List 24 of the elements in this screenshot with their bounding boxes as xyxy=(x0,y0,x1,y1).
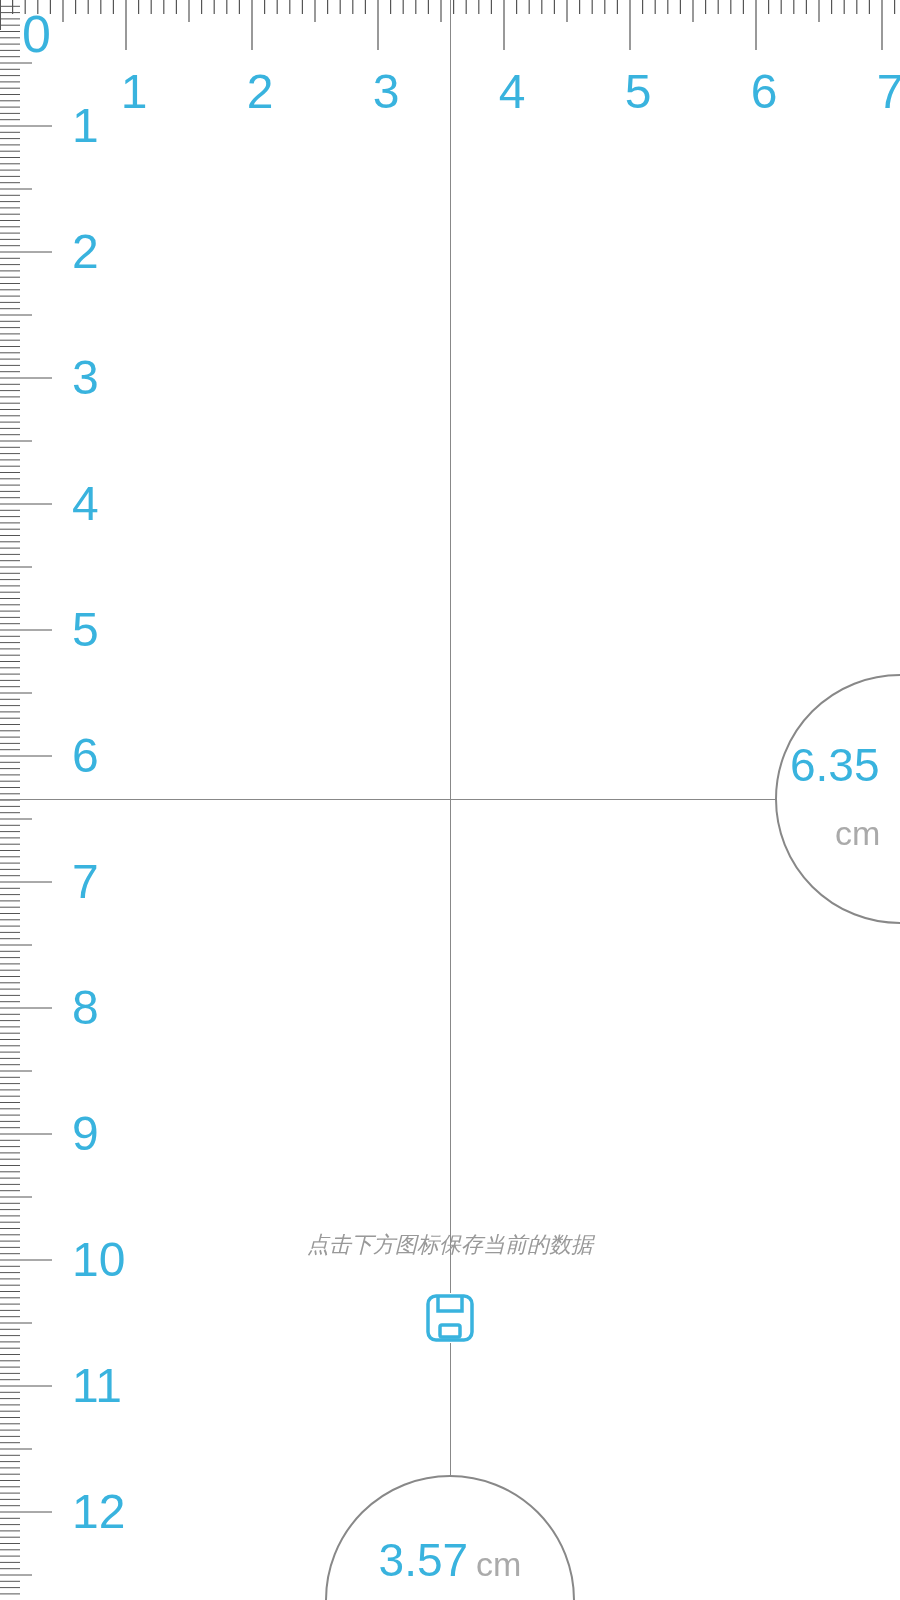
reading-unit: cm xyxy=(835,816,881,850)
ruler-number: 6 xyxy=(749,68,779,116)
ruler-number: 9 xyxy=(72,1110,99,1158)
ruler-number: 12 xyxy=(72,1488,126,1536)
reading-value: 3.57 xyxy=(378,1537,469,1583)
ruler-number: 7 xyxy=(72,858,99,906)
ruler-number: 5 xyxy=(623,68,653,116)
ruler-number: 5 xyxy=(72,606,99,654)
ruler-number: 1 xyxy=(119,68,149,116)
ruler-number: 11 xyxy=(72,1362,122,1410)
save-icon[interactable] xyxy=(425,1293,475,1343)
ruler-number: 2 xyxy=(245,68,275,116)
ruler-number: 1 xyxy=(72,102,99,150)
reading-unit: cm xyxy=(476,1547,522,1581)
ruler-number: 10 xyxy=(72,1236,126,1284)
ruler-number: 3 xyxy=(371,68,401,116)
reading-value: 6.35 xyxy=(790,742,880,788)
ruler-number: 3 xyxy=(72,354,99,402)
ruler-number: 6 xyxy=(72,732,99,780)
ruler-number: 8 xyxy=(72,984,99,1032)
ruler-number: 4 xyxy=(497,68,527,116)
ruler-origin: 0 xyxy=(22,8,51,60)
ruler-number: 4 xyxy=(72,480,99,528)
ruler-number: 2 xyxy=(72,228,99,276)
